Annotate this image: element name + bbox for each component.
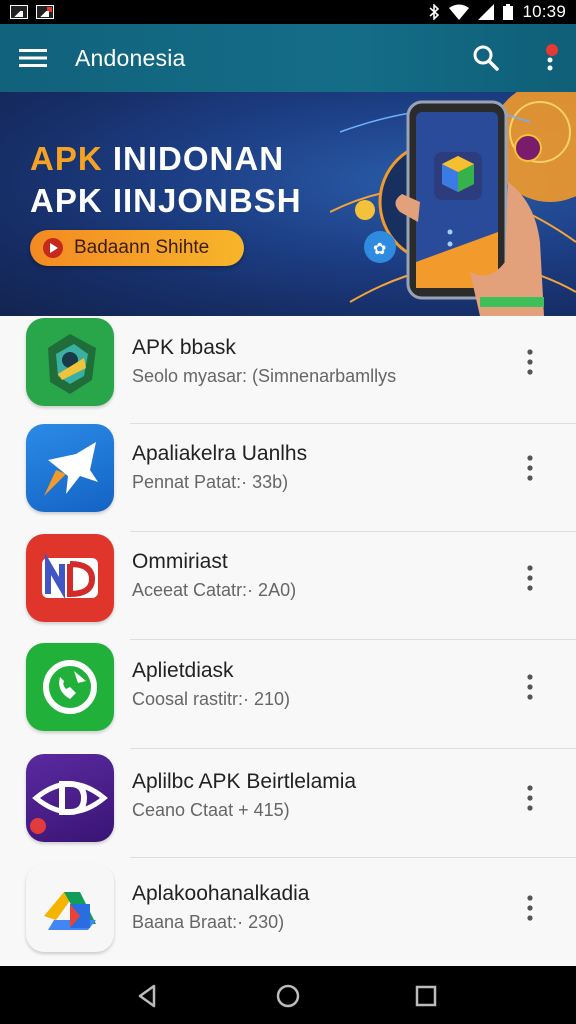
app-title: Andonesia: [75, 44, 186, 71]
app-name: APK bbask: [132, 336, 236, 359]
home-icon[interactable]: [274, 982, 302, 1010]
app-subtitle: Pennat Patat:· 33b): [132, 472, 289, 492]
list-item[interactable]: Apaliakelra Uanlhs Pennat Patat:· 33b): [0, 424, 576, 532]
star-app-icon: [26, 424, 114, 512]
svg-text:✿: ✿: [373, 239, 386, 258]
promo-banner[interactable]: ✿ APK INIDONAN APK IINJONBSH Badaann Shi…: [0, 92, 576, 316]
play-icon: [43, 238, 63, 258]
app-name: Aplakoohanalkadia: [132, 882, 310, 905]
more-vert-icon[interactable]: [536, 40, 564, 76]
list-item[interactable]: Aplietdiask Coosal rastitr:· 210): [0, 641, 576, 749]
banner-headline: APK INIDONAN: [30, 140, 284, 178]
status-bar: 10:39: [0, 0, 576, 24]
banner-cta-label: Badaann Shihte: [74, 237, 210, 258]
app-subtitle: Aceeat Catatr:· 2A0): [132, 580, 297, 600]
app-subtitle: Ceano Ctaat + 415): [132, 800, 290, 820]
list-item[interactable]: Ommiriast Aceeat Catatr:· 2A0): [0, 532, 576, 640]
more-vert-icon[interactable]: [522, 454, 538, 482]
more-vert-icon[interactable]: [522, 564, 538, 592]
app-list: APK bbask Seolo myasar: (Simnenarbamllys…: [0, 316, 576, 966]
system-nav-bar: [0, 966, 576, 1024]
shield-app-icon: [26, 318, 114, 406]
app-subtitle: Baana Braat:· 230): [132, 912, 285, 932]
back-icon[interactable]: [134, 982, 162, 1010]
signal-icon: [478, 4, 495, 20]
banner-cta-button[interactable]: Badaann Shihte: [30, 230, 244, 266]
battery-icon: [503, 4, 514, 20]
more-vert-icon[interactable]: [522, 673, 538, 701]
divider: [130, 639, 576, 640]
drive-app-icon: [26, 864, 114, 952]
more-vert-icon[interactable]: [522, 784, 538, 812]
gallery-alert-icon: [36, 5, 54, 19]
list-item[interactable]: APK bbask Seolo myasar: (Simnenarbamllys: [0, 316, 576, 424]
list-item[interactable]: Aplilbc APK Beirtlelamia Ceano Ctaat + 4…: [0, 750, 576, 858]
app-subtitle: Coosal rastitr:· 210): [132, 689, 291, 709]
phone-app-icon: [26, 643, 114, 731]
list-item[interactable]: Aplakoohanalkadia Baana Braat:· 230): [0, 860, 576, 968]
app-subtitle: Seolo myasar: (Simnenarbamllys: [132, 366, 397, 386]
clock: 10:39: [522, 2, 566, 21]
app-name: Apaliakelra Uanlhs: [132, 442, 308, 465]
search-icon[interactable]: [470, 42, 502, 74]
bluetooth-icon: [429, 4, 440, 20]
more-vert-icon[interactable]: [522, 894, 538, 922]
wifi-icon: [449, 4, 470, 20]
app-name: Aplietdiask: [132, 659, 234, 682]
app-name: Ommiriast: [132, 550, 228, 573]
banner-subheadline: APK IINJONBSH: [30, 182, 302, 219]
nd-app-icon: [26, 534, 114, 622]
gallery-icon: [10, 5, 28, 19]
banner-headline-accent: APK: [30, 140, 103, 177]
banner-headline-rest: INIDONAN: [102, 140, 285, 177]
app-bar: Andonesia: [0, 24, 576, 92]
divider: [130, 857, 576, 858]
more-vert-icon[interactable]: [522, 348, 538, 376]
menu-icon[interactable]: [1, 24, 65, 92]
d-app-icon: [26, 754, 114, 842]
recents-icon[interactable]: [412, 982, 440, 1010]
app-name: Aplilbc APK Beirtlelamia: [132, 770, 357, 793]
divider: [130, 748, 576, 749]
phone-in-hand-illustration: ✿: [330, 92, 576, 316]
